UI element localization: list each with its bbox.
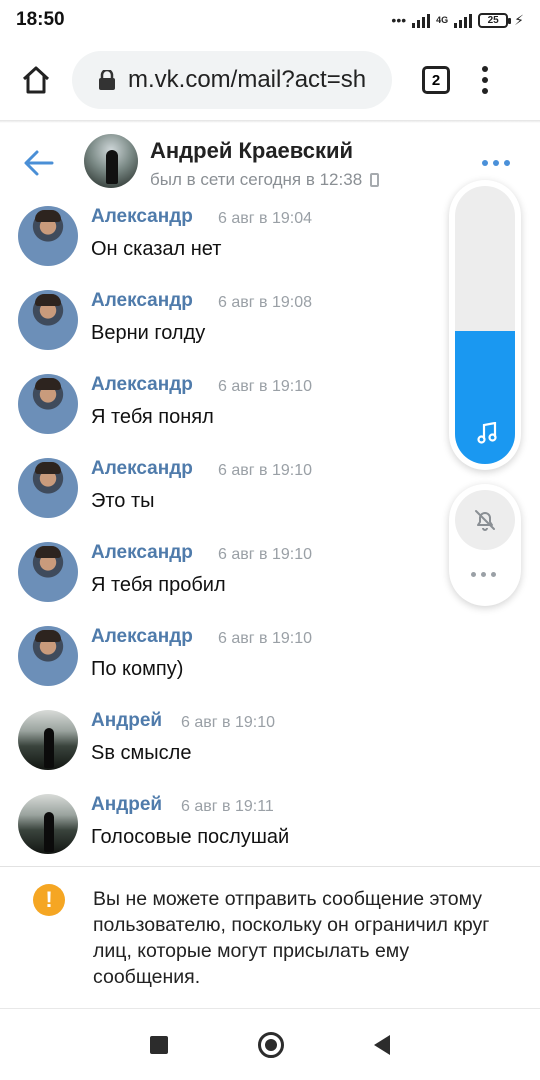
more-icon[interactable] <box>482 160 510 166</box>
bell-off-icon <box>475 510 495 531</box>
message-avatar[interactable] <box>18 626 78 686</box>
home-icon[interactable] <box>14 58 58 102</box>
back-arrow-icon[interactable] <box>22 146 56 180</box>
signal-icon <box>412 12 431 28</box>
message-author[interactable]: Александр <box>91 290 193 312</box>
message-avatar[interactable] <box>18 290 78 350</box>
message-text: Верни голду <box>91 322 206 344</box>
message-author[interactable]: Андрей <box>91 710 162 732</box>
notice-text: Вы не можете отправить сообщение этому п… <box>93 888 490 988</box>
network-type: 4G <box>436 15 449 25</box>
message-time: 6 авг в 19:10 <box>218 630 313 647</box>
tab-count: 2 <box>431 71 441 89</box>
message-text: Sв смысле <box>91 742 192 764</box>
message-avatar[interactable] <box>18 794 78 854</box>
message-text: По компу) <box>91 658 184 680</box>
message-avatar[interactable] <box>18 206 78 266</box>
browser-menu-icon[interactable] <box>482 66 488 94</box>
message-text: Я тебя пробил <box>91 574 226 596</box>
message-time: 6 авг в 19:10 <box>218 462 313 479</box>
battery-level: 25 <box>487 14 499 26</box>
cannot-send-notice: ! Вы не можете отправить сообщение этому… <box>0 868 540 1008</box>
message-avatar[interactable] <box>18 458 78 518</box>
mobile-icon <box>370 173 380 187</box>
mute-button[interactable] <box>455 490 515 550</box>
recents-icon[interactable] <box>150 1035 168 1054</box>
message-time: 6 авг в 19:10 <box>218 378 313 395</box>
contact-avatar[interactable] <box>84 134 138 188</box>
contact-status: был в сети сегодня в 12:38 <box>150 170 380 190</box>
message-avatar[interactable] <box>18 542 78 602</box>
status-icons: ••• 4G 25 ⚡ <box>391 12 524 29</box>
address-bar[interactable]: m.vk.com/mail?act=sh <box>72 51 392 109</box>
message-avatar[interactable] <box>18 374 78 434</box>
last-seen-text: был в сети сегодня в 12:38 <box>150 170 363 189</box>
message-text: Это ты <box>91 490 155 512</box>
browser-toolbar: m.vk.com/mail?act=sh 2 <box>0 40 540 120</box>
clock: 18:50 <box>16 9 65 30</box>
message-author[interactable]: Андрей <box>91 794 162 816</box>
message-avatar[interactable] <box>18 710 78 770</box>
message-time: 6 авг в 19:04 <box>218 210 313 227</box>
audio-player[interactable] <box>449 180 521 470</box>
message-item: Андрей 6 авг в 19:11 Голосовые послушай <box>0 790 540 874</box>
message-time: 6 авг в 19:11 <box>181 798 274 815</box>
lock-icon <box>99 70 115 90</box>
message-author[interactable]: Александр <box>91 374 193 396</box>
message-time: 6 авг в 19:10 <box>181 714 276 731</box>
contact-name[interactable]: Андрей Краевский <box>150 138 353 164</box>
notice-divider <box>0 866 540 867</box>
player-controls <box>449 484 521 606</box>
message-text: Он сказал нет <box>91 238 222 260</box>
home-button-icon[interactable] <box>258 1031 284 1058</box>
message-item: Андрей 6 авг в 19:10 Sв смысле <box>0 706 540 790</box>
back-icon[interactable] <box>374 1034 390 1055</box>
message-text: Голосовые послушай <box>91 826 290 848</box>
message-author[interactable]: Александр <box>91 458 193 480</box>
message-author[interactable]: Александр <box>91 542 193 564</box>
battery-icon: 25 <box>478 12 512 28</box>
tabs-button[interactable]: 2 <box>422 66 450 94</box>
url-text: m.vk.com/mail?act=sh <box>128 66 367 93</box>
message-item: Александр 6 авг в 19:10 По компу) <box>0 622 540 706</box>
music-note-icon <box>477 422 497 444</box>
message-time: 6 авг в 19:10 <box>218 546 313 563</box>
charging-icon: ⚡ <box>514 11 524 28</box>
message-time: 6 авг в 19:08 <box>218 294 313 311</box>
player-more-icon[interactable] <box>471 572 496 577</box>
warning-icon: ! <box>33 884 65 916</box>
audio-progress-track[interactable] <box>455 186 515 464</box>
status-bar: 18:50 ••• 4G 25 ⚡ <box>0 0 540 40</box>
dots-icon: ••• <box>391 12 407 28</box>
system-navbar <box>0 1009 540 1080</box>
message-author[interactable]: Александр <box>91 626 193 648</box>
message-text: Я тебя понял <box>91 406 214 428</box>
message-author[interactable]: Александр <box>91 206 193 228</box>
toolbar-divider <box>0 120 540 123</box>
signal-icon-2 <box>454 12 473 28</box>
